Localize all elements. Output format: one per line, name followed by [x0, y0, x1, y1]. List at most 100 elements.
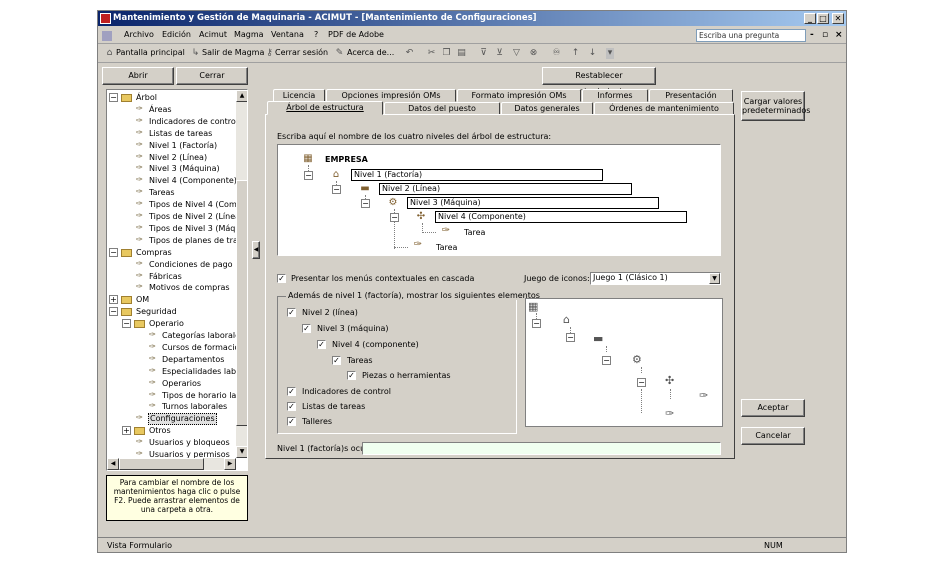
tree-item[interactable]: ✑ Turnos laborales	[107, 401, 235, 413]
minimize-button[interactable]: _	[804, 13, 816, 24]
collapse-icon[interactable]: −	[109, 307, 118, 317]
menu-edicion[interactable]: Edición	[162, 30, 191, 39]
nivel-oculto-input[interactable]	[362, 442, 721, 455]
tree-item[interactable]: ✑ Tareas	[107, 187, 235, 199]
tree-item[interactable]: − Árbol	[107, 92, 235, 104]
tree-item[interactable]: ✑ Nivel 2 (Línea)	[107, 152, 235, 164]
exit-icon[interactable]: ↳	[190, 48, 201, 59]
tree-item[interactable]: ✑ Usuarios y bloqueos	[107, 437, 235, 449]
cerrar-button[interactable]: Cerrar	[176, 67, 248, 85]
menu-acimut[interactable]: Acimut	[199, 30, 227, 39]
aceptar-button[interactable]: Aceptar	[741, 399, 805, 417]
scroll-up-icon[interactable]: ▲	[236, 90, 247, 102]
collapse-level4-icon[interactable]: −	[390, 213, 399, 222]
group-option-checkbox[interactable]: ✓	[287, 402, 296, 411]
tree-item[interactable]: ✑ Tipos de Nivel 3 (Máquin	[107, 223, 247, 235]
key-icon[interactable]: ⚷	[264, 48, 275, 59]
tree-item[interactable]: ✑ Áreas	[107, 104, 235, 116]
maintenance-tree[interactable]: − Árbol ✑ Áreas ✑ Indicadores de control ✑ List…	[106, 89, 248, 471]
expand-icon[interactable]: +	[122, 426, 131, 436]
tab-presentacion[interactable]: Presentación	[649, 89, 733, 102]
group-option-checkbox[interactable]: ✓	[332, 356, 341, 365]
tree-vscrollbar[interactable]: ▲ ▼	[236, 90, 247, 458]
collapse-icon[interactable]: −	[122, 319, 131, 329]
tab-arbol-estructura[interactable]: Árbol de estructura	[267, 101, 383, 115]
abrir-button[interactable]: Abrir	[102, 67, 174, 85]
ask-question-input[interactable]: Escriba una pregunta	[696, 29, 806, 42]
tree-hscrollbar[interactable]: ◀ ▶	[107, 458, 236, 470]
level4-name-input[interactable]: Nivel 4 (Componente)	[435, 211, 687, 223]
tree-item[interactable]: ✑ Departamentos	[107, 354, 235, 366]
group-option-checkbox[interactable]: ✓	[347, 371, 356, 380]
tree-item[interactable]: ✑ Indicadores de control	[107, 116, 238, 128]
tree-item[interactable]: − Operario	[107, 318, 235, 330]
tree-item[interactable]: ✑ Motivos de compras	[107, 282, 235, 294]
group-option-checkbox[interactable]: ✓	[287, 417, 296, 426]
scroll-right-icon[interactable]: ▶	[224, 458, 236, 470]
group-option-checkbox[interactable]: ✓	[287, 308, 296, 317]
level3-name-input[interactable]: Nivel 3 (Máquina)	[407, 197, 659, 209]
tree-item[interactable]: + OM	[107, 294, 235, 306]
tree-item[interactable]: ✑ Operarios	[107, 378, 235, 390]
sort-asc-icon[interactable]: ↑	[570, 48, 581, 59]
mdi-minimize-icon[interactable]: -	[810, 30, 814, 40]
tree-item[interactable]: ✑ Tipos de planes de traba	[107, 235, 247, 247]
group-option-checkbox[interactable]: ✓	[287, 387, 296, 396]
juego-iconos-select[interactable]: Juego 1 (Clásico 1) ▼	[590, 272, 721, 285]
tree-item[interactable]: ✑ Cursos de formación	[107, 342, 244, 354]
collapse-level3-icon[interactable]: −	[361, 199, 370, 208]
collapse-icon[interactable]: −	[109, 247, 118, 257]
menus-contextuales-checkbox[interactable]: ✓	[277, 274, 286, 283]
collapse-icon[interactable]: −	[109, 93, 118, 102]
tree-item[interactable]: ✑ Tipos de horario labo	[107, 390, 246, 402]
copy-icon[interactable]: ❐	[441, 48, 452, 59]
expand-icon[interactable]: +	[109, 295, 118, 305]
filter-selection-icon[interactable]: ⊽	[478, 48, 489, 59]
tree-item[interactable]: ✑ Configuraciones	[107, 413, 235, 426]
home-icon[interactable]: ⌂	[104, 48, 115, 59]
collapse-level1-icon[interactable]: −	[304, 171, 313, 180]
tree-item[interactable]: ✑ Listas de tareas	[107, 128, 235, 140]
tree-item[interactable]: + Otros	[107, 425, 235, 437]
undo-icon[interactable]: ↶	[404, 48, 415, 59]
dropdown-arrow-icon[interactable]: ▼	[709, 273, 720, 284]
sort-desc-icon[interactable]: ↓	[587, 48, 598, 59]
scroll-left-icon[interactable]: ◀	[107, 458, 119, 470]
tree-item[interactable]: ✑ Nivel 1 (Factoría)	[107, 140, 235, 152]
tree-item[interactable]: ✑ Especialidades labora	[107, 366, 247, 378]
cut-icon[interactable]: ✂	[426, 48, 437, 59]
cancelar-button[interactable]: Cancelar	[741, 427, 805, 445]
menu-pdf[interactable]: PDF de Adobe	[328, 30, 384, 39]
mdi-restore-icon[interactable]: ▫	[822, 30, 828, 40]
menu-magma[interactable]: Magma	[234, 30, 264, 39]
hscroll-thumb[interactable]	[119, 458, 204, 470]
tree-item[interactable]: − Compras	[107, 247, 235, 259]
doc-icon[interactable]	[102, 31, 112, 41]
level2-name-input[interactable]: Nivel 2 (Línea)	[379, 183, 632, 195]
menu-archivo[interactable]: Archivo	[124, 30, 154, 39]
cargar-valores-button[interactable]: Cargar valores predeterminados	[741, 91, 810, 121]
group-option-checkbox[interactable]: ✓	[317, 340, 326, 349]
tree-item[interactable]: ✑ Fábricas	[107, 271, 235, 283]
paste-icon[interactable]: ▤	[456, 48, 467, 59]
mdi-close-icon[interactable]: ×	[835, 30, 843, 40]
maximize-button[interactable]: □	[817, 13, 829, 24]
close-button[interactable]: ✕	[832, 13, 844, 24]
pantalla-principal-button[interactable]: Pantalla principal	[116, 48, 185, 57]
tree-item[interactable]: ✑ Categorías laborales	[107, 330, 244, 342]
toolbar-options-icon[interactable]: ▾	[606, 48, 614, 59]
tab-formato-impresion[interactable]: Formato impresión OMs	[457, 89, 581, 102]
salir-magma-button[interactable]: Salir de Magma	[202, 48, 264, 57]
scroll-down-icon[interactable]: ▼	[236, 446, 247, 458]
tree-item[interactable]: ✑ Nivel 3 (Máquina)	[107, 163, 235, 175]
collapse-panel-icon[interactable]: ◀	[252, 241, 260, 259]
filter-icon[interactable]: ▽	[511, 48, 522, 59]
tree-item[interactable]: ✑ Tipos de Nivel 2 (Línea)	[107, 211, 243, 223]
collapse-level2-icon[interactable]: −	[332, 185, 341, 194]
tree-item[interactable]: − Seguridad	[107, 306, 235, 318]
tree-item[interactable]: ✑ Condiciones de pago	[107, 259, 235, 271]
remove-filter-icon[interactable]: ⊗	[528, 48, 539, 59]
tab-informes[interactable]: Informes	[582, 89, 648, 102]
info-icon[interactable]: ✎	[334, 48, 345, 59]
level1-name-input[interactable]: Nivel 1 (Factoría)	[351, 169, 603, 181]
